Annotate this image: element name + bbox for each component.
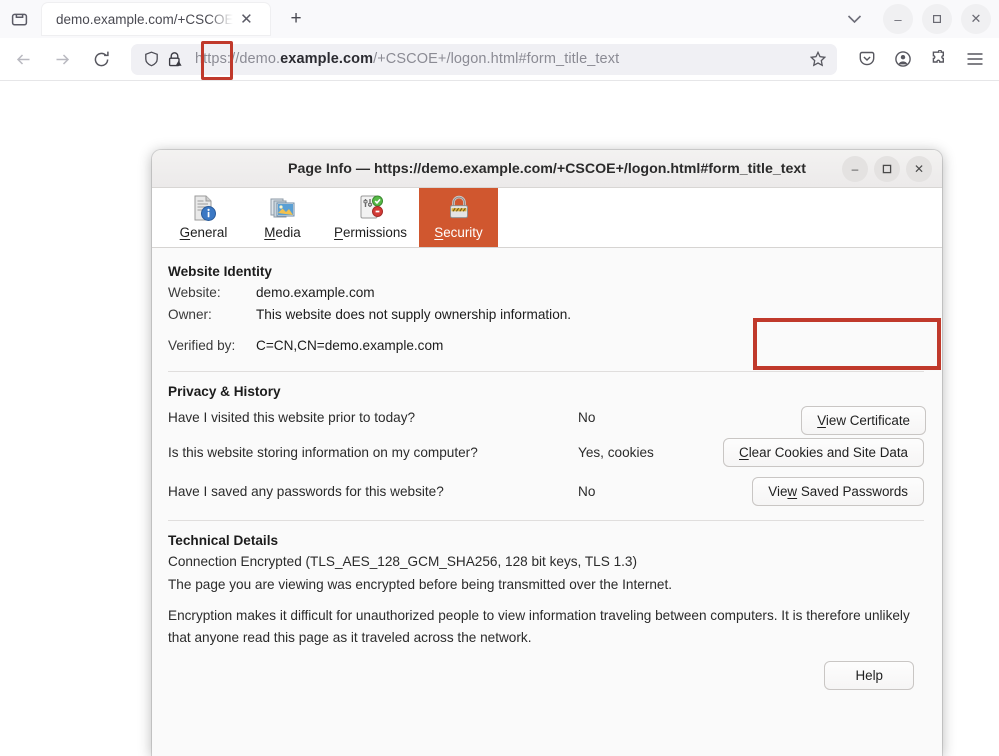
account-icon[interactable] <box>887 43 919 75</box>
privacy-row-passwords: Have I saved any passwords for this webs… <box>168 476 924 506</box>
privacy-answer-cookies: Yes, cookies <box>578 445 700 460</box>
website-label: Website: <box>168 282 256 304</box>
clear-cookies-rest: lear Cookies and Site Data <box>749 445 908 460</box>
identity-row-website: Website: demo.example.com <box>168 282 924 304</box>
tracking-protection-shield-icon[interactable] <box>141 51 161 67</box>
window-minimize-button[interactable]: – <box>883 4 913 34</box>
technical-details-section: Technical Details Connection Encrypted (… <box>168 533 924 690</box>
privacy-history-heading: Privacy & History <box>168 384 924 399</box>
view-saved-passwords-button[interactable]: View Saved Passwords <box>752 477 924 506</box>
tab-close-icon[interactable]: ✕ <box>235 8 257 30</box>
privacy-row-cookies: Is this website storing information on m… <box>168 437 924 467</box>
view-certificate-row: View Certificate <box>801 406 926 435</box>
general-page-icon <box>189 193 219 223</box>
verified-by-label: Verified by: <box>168 335 256 357</box>
divider-privacy-technical <box>168 520 924 521</box>
dialog-title: Page Info — https://demo.example.com/+CS… <box>152 161 836 177</box>
extensions-icon[interactable] <box>923 43 955 75</box>
identity-row-owner: Owner: This website does not supply owne… <box>168 304 924 326</box>
page-info-tab-bar: General Media <box>152 188 942 248</box>
privacy-question-visited: Have I visited this website prior to tod… <box>168 410 578 425</box>
privacy-question-cookies: Is this website storing information on m… <box>168 445 578 460</box>
save-to-pocket-icon[interactable] <box>851 43 883 75</box>
list-all-tabs-icon[interactable] <box>4 4 34 34</box>
tab-permissions-label: Permissions <box>334 225 407 240</box>
technical-details-heading: Technical Details <box>168 533 924 548</box>
identity-row-verified: Verified by: C=CN,CN=demo.example.com <box>168 335 924 357</box>
privacy-row-passwords-actions: View Saved Passwords <box>752 477 924 506</box>
clear-cookies-button[interactable]: Clear Cookies and Site Data <box>723 438 924 467</box>
tab-title: demo.example.com/+CSCOE <box>56 12 233 27</box>
owner-value: This website does not supply ownership i… <box>256 304 571 326</box>
view-saved-passwords-accesskey: w <box>787 484 797 499</box>
address-bar[interactable]: https://demo.example.com/+CSCOE+/logon.h… <box>131 44 837 75</box>
privacy-history-section: Privacy & History Have I visited this we… <box>168 384 924 506</box>
privacy-answer-passwords: No <box>578 484 700 499</box>
new-tab-button[interactable]: + <box>282 5 310 33</box>
dialog-close-button[interactable]: ✕ <box>906 156 932 182</box>
tab-general-label: General <box>180 225 228 240</box>
permissions-icon <box>356 193 386 223</box>
view-saved-passwords-pre: Vie <box>768 484 787 499</box>
forward-icon[interactable] <box>46 43 78 75</box>
bookmark-star-icon[interactable] <box>805 46 831 72</box>
view-certificate-accesskey: V <box>817 413 826 428</box>
dialog-window-controls: – ✕ <box>836 156 942 182</box>
clear-cookies-accesskey: C <box>739 445 749 460</box>
tab-strip: demo.example.com/+CSCOE ✕ + – ✕ <box>0 0 999 38</box>
website-identity-section: Website Identity Website: demo.example.c… <box>168 264 924 357</box>
back-icon[interactable] <box>7 43 39 75</box>
dialog-maximize-button[interactable] <box>874 156 900 182</box>
tab-media-label: Media <box>264 225 300 240</box>
help-row: Help <box>168 661 924 690</box>
tab-permissions[interactable]: Permissions <box>322 188 419 247</box>
owner-label: Owner: <box>168 304 256 326</box>
privacy-answer-visited: No <box>578 410 700 425</box>
tab-media[interactable]: Media <box>243 188 322 247</box>
toolbar-right-controls <box>847 43 999 75</box>
view-certificate-button[interactable]: View Certificate <box>801 406 926 435</box>
website-value: demo.example.com <box>256 282 375 304</box>
media-images-icon <box>268 193 298 223</box>
navigation-toolbar: https://demo.example.com/+CSCOE+/logon.h… <box>0 38 999 81</box>
view-saved-passwords-rest: Saved Passwords <box>797 484 908 499</box>
hamburger-menu-icon[interactable] <box>959 43 991 75</box>
divider-identity-privacy <box>168 371 924 372</box>
lock-warning-icon[interactable] <box>163 51 187 68</box>
website-identity-heading: Website Identity <box>168 264 924 279</box>
tab-security-label: Security <box>434 225 482 240</box>
url-text: https://demo.example.com/+CSCOE+/logon.h… <box>195 51 805 67</box>
window-close-button[interactable]: ✕ <box>961 4 991 34</box>
dialog-minimize-button[interactable]: – <box>842 156 868 182</box>
privacy-question-passwords: Have I saved any passwords for this webs… <box>168 484 578 499</box>
encryption-transmitted-text: The page you are viewing was encrypted b… <box>168 574 924 596</box>
privacy-row-cookies-actions: Clear Cookies and Site Data <box>723 438 924 467</box>
security-panel: Website Identity Website: demo.example.c… <box>152 248 942 756</box>
encryption-explanation-text: Encryption makes it difficult for unauth… <box>168 605 928 649</box>
view-certificate-rest: iew Certificate <box>826 413 910 428</box>
reload-icon[interactable] <box>85 43 117 75</box>
window-maximize-button[interactable] <box>922 4 952 34</box>
verified-by-value: C=CN,CN=demo.example.com <box>256 335 443 357</box>
help-button[interactable]: Help <box>824 661 914 690</box>
connection-encrypted-text: Connection Encrypted (TLS_AES_128_GCM_SH… <box>168 551 924 573</box>
security-padlock-icon <box>444 193 474 223</box>
tab-general[interactable]: General <box>164 188 243 247</box>
chevron-down-icon[interactable] <box>834 4 874 34</box>
tab-security[interactable]: Security <box>419 188 498 247</box>
tabstrip-right-controls: – ✕ <box>834 4 999 34</box>
page-info-dialog: Page Info — https://demo.example.com/+CS… <box>152 150 942 756</box>
dialog-titlebar: Page Info — https://demo.example.com/+CS… <box>152 150 942 188</box>
browser-tab[interactable]: demo.example.com/+CSCOE ✕ <box>42 3 270 35</box>
